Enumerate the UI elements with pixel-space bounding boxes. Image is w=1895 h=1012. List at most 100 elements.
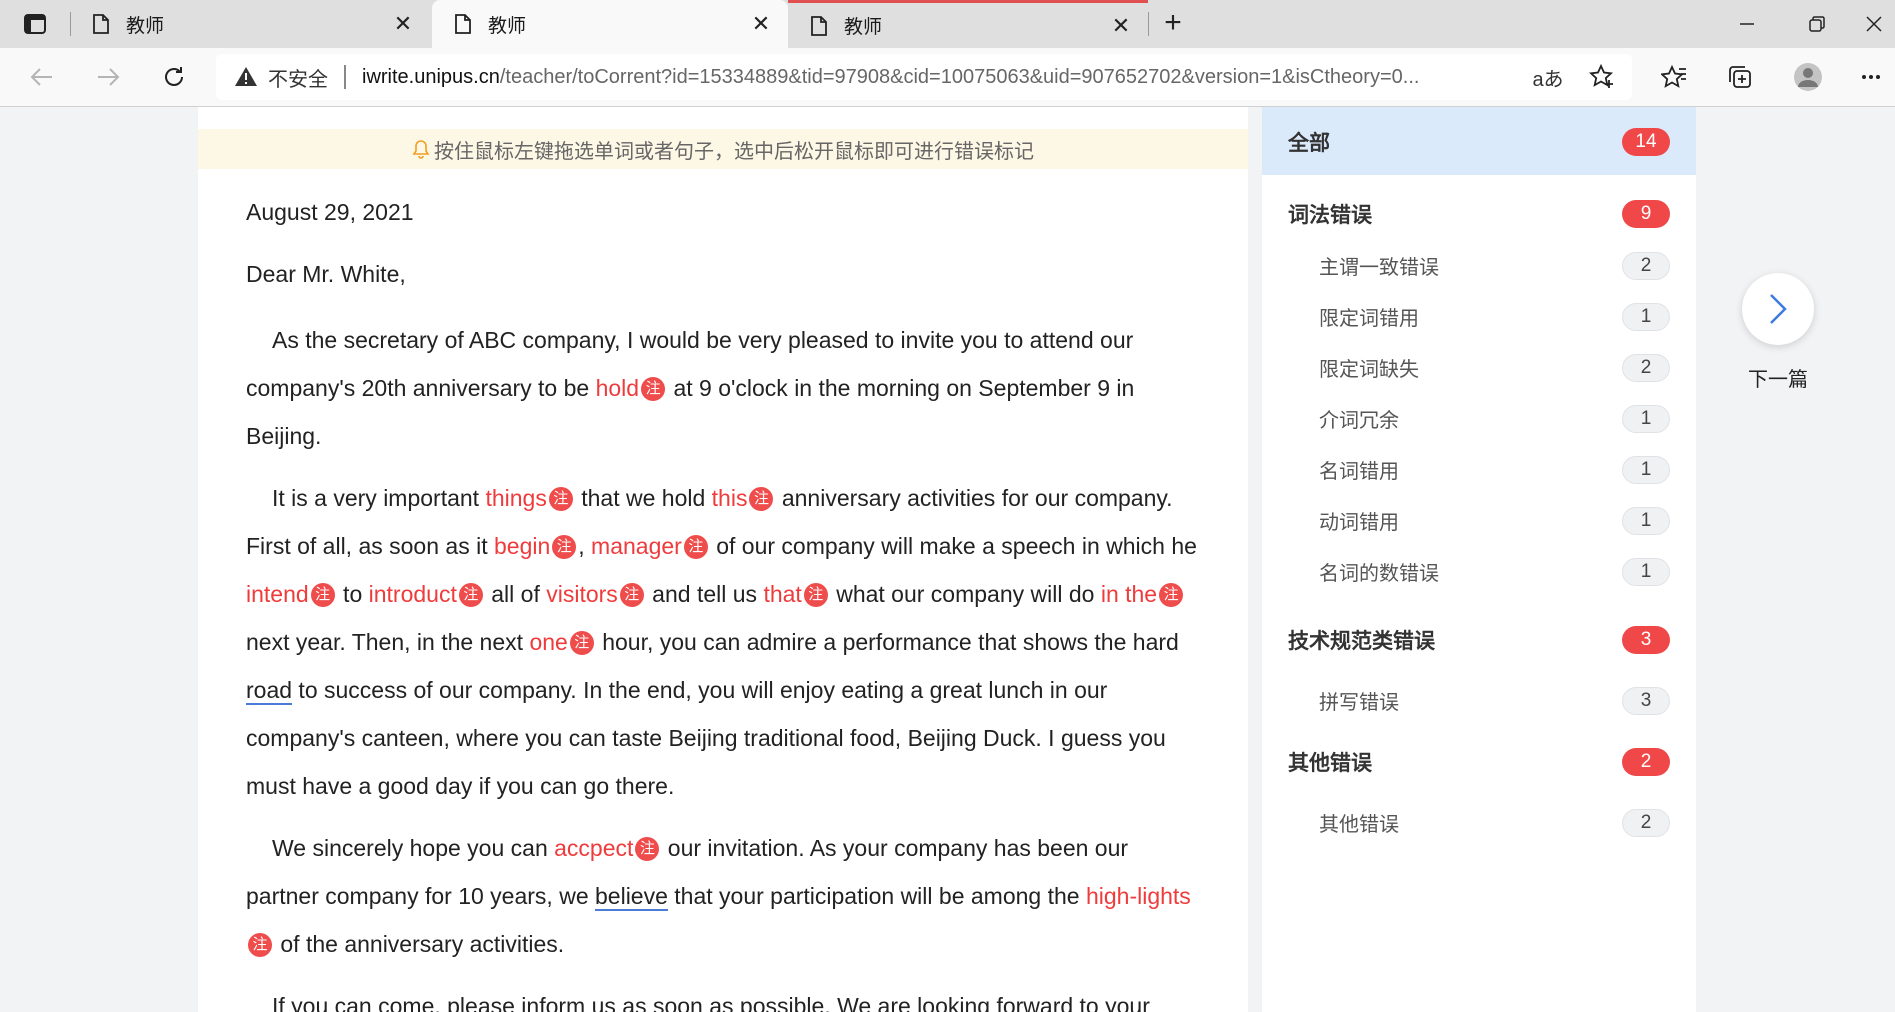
- category-technical[interactable]: 技术规范类错误 3: [1262, 619, 1696, 659]
- error-mark[interactable]: things: [485, 485, 546, 511]
- note-badge[interactable]: 注: [1159, 583, 1184, 607]
- error-mark[interactable]: accpect: [554, 835, 633, 861]
- category-label: 其他错误: [1288, 752, 1372, 775]
- browser-tab-1[interactable]: 教师 ✕: [70, 0, 430, 48]
- refresh-button[interactable]: [156, 59, 192, 95]
- count-badge: 9: [1622, 200, 1670, 228]
- subcategory-label: 动词错用: [1319, 512, 1399, 534]
- new-tab-plus-icon[interactable]: +: [1158, 8, 1188, 39]
- count-badge: 14: [1622, 128, 1670, 156]
- note-badge[interactable]: 注: [569, 631, 594, 655]
- favorites-icon[interactable]: [1656, 59, 1692, 95]
- error-mark[interactable]: intend: [246, 581, 309, 607]
- subcategory-item[interactable]: 拼写错误 3: [1262, 679, 1696, 719]
- subcategory-item[interactable]: 名词的数错误 1: [1262, 550, 1696, 590]
- security-status[interactable]: 不安全: [268, 63, 328, 92]
- note-badge[interactable]: 注: [548, 487, 573, 511]
- minimize-button[interactable]: [1712, 0, 1782, 48]
- note-badge[interactable]: 注: [803, 583, 828, 607]
- subcategory-label: 名词错用: [1319, 461, 1399, 483]
- page-content: 按住鼠标左键拖选单词或者句子，选中后松开鼠标即可进行错误标记 August 29…: [0, 107, 1895, 1012]
- error-mark[interactable]: this: [712, 485, 748, 511]
- category-label: 技术规范类错误: [1288, 630, 1435, 653]
- page-icon: [808, 15, 830, 37]
- subcategory-item[interactable]: 其他错误 2: [1262, 801, 1696, 841]
- category-label: 词法错误: [1288, 204, 1372, 227]
- next-essay-button[interactable]: [1742, 273, 1814, 345]
- count-badge: 3: [1622, 626, 1670, 654]
- subcategory-label: 其他错误: [1319, 814, 1399, 836]
- count-badge: 1: [1622, 303, 1670, 331]
- collections-icon[interactable]: [1722, 59, 1758, 95]
- browser-tab-3[interactable]: 教师 ✕: [788, 0, 1148, 48]
- close-window-button[interactable]: [1852, 0, 1895, 48]
- error-mark[interactable]: visitors: [546, 581, 618, 607]
- letter-date: August 29, 2021: [246, 199, 414, 225]
- address-divider: [344, 65, 346, 89]
- tab-title: 教师: [488, 15, 527, 37]
- close-tab-icon[interactable]: ✕: [746, 9, 776, 39]
- error-mark[interactable]: begin: [494, 533, 550, 559]
- marking-hint: 按住鼠标左键拖选单词或者句子，选中后松开鼠标即可进行错误标记: [198, 129, 1248, 169]
- error-mark[interactable]: manager: [591, 533, 682, 559]
- subcategory-label: 限定词缺失: [1319, 359, 1419, 381]
- close-tab-icon[interactable]: ✕: [388, 9, 418, 39]
- category-all-row[interactable]: 全部 14: [1262, 121, 1696, 161]
- tab-actions-button[interactable]: [0, 0, 70, 48]
- bell-icon: [412, 140, 430, 159]
- paragraph-2: It is a very important things 注 that we h…: [246, 485, 1197, 799]
- subcategory-item[interactable]: 主谓一致错误 2: [1262, 244, 1696, 284]
- note-badge[interactable]: 注: [310, 583, 335, 607]
- subcategory-item[interactable]: 限定词错用 1: [1262, 295, 1696, 335]
- hint-text: 按住鼠标左键拖选单词或者句子，选中后松开鼠标即可进行错误标记: [434, 140, 1034, 163]
- essay-panel: 按住鼠标左键拖选单词或者句子，选中后松开鼠标即可进行错误标记 August 29…: [198, 107, 1248, 1012]
- profile-avatar[interactable]: [1790, 59, 1826, 95]
- subcategory-item[interactable]: 动词错用 1: [1262, 499, 1696, 539]
- subcategory-item[interactable]: 名词错用 1: [1262, 448, 1696, 488]
- add-favorite-icon[interactable]: [1584, 59, 1620, 95]
- restore-icon: [1809, 16, 1825, 32]
- subcategory-item[interactable]: 限定词缺失 2: [1262, 346, 1696, 386]
- read-aloud-icon[interactable]: aあ: [1530, 59, 1566, 95]
- note-badge[interactable]: 注: [458, 583, 483, 607]
- note-badge[interactable]: 注: [641, 377, 666, 401]
- count-badge: 3: [1622, 687, 1670, 715]
- underlined-word[interactable]: believe: [595, 883, 668, 911]
- note-badge[interactable]: 注: [619, 583, 644, 607]
- underlined-word[interactable]: road: [246, 677, 293, 705]
- back-button[interactable]: [24, 59, 60, 95]
- warning-icon[interactable]: [234, 65, 258, 89]
- error-mark[interactable]: one: [529, 629, 567, 655]
- note-badge[interactable]: 注: [248, 933, 272, 957]
- error-mark[interactable]: introduct: [369, 581, 457, 607]
- count-badge: 1: [1622, 405, 1670, 433]
- paragraph-1: As the secretary of ABC company, I would…: [246, 327, 1135, 449]
- close-tab-icon[interactable]: ✕: [1106, 11, 1136, 41]
- next-essay-label[interactable]: 下一篇: [1742, 363, 1814, 392]
- restore-button[interactable]: [1782, 0, 1852, 48]
- subcategory-label: 拼写错误: [1319, 692, 1399, 714]
- note-badge[interactable]: 注: [683, 535, 708, 559]
- browser-toolbar: 不安全 iwrite.unipus.cn/teacher/toCorrent?i…: [0, 48, 1895, 107]
- url-path: /teacher/toCorrent?id=15334889&tid=97908…: [499, 65, 1420, 88]
- more-menu-icon[interactable]: [1856, 59, 1886, 95]
- url-host: iwrite.unipus.cn: [362, 65, 500, 88]
- category-other[interactable]: 其他错误 2: [1262, 741, 1696, 781]
- note-badge[interactable]: 注: [749, 487, 774, 511]
- note-badge[interactable]: 注: [635, 837, 660, 861]
- note-badge[interactable]: 注: [552, 535, 577, 559]
- error-mark[interactable]: hold: [596, 375, 639, 401]
- address-bar[interactable]: 不安全 iwrite.unipus.cn/teacher/toCorrent?i…: [216, 54, 1632, 100]
- forward-button[interactable]: [90, 59, 126, 95]
- error-mark[interactable]: high-lights: [1086, 883, 1191, 909]
- error-mark[interactable]: that: [763, 581, 801, 607]
- subcategory-item[interactable]: 介词冗余 1: [1262, 397, 1696, 437]
- error-mark[interactable]: in the: [1101, 581, 1157, 607]
- browser-tab-2[interactable]: 教师 ✕: [432, 0, 788, 48]
- essay-text[interactable]: August 29, 2021 Dear Mr. White, As the s…: [246, 192, 1206, 1012]
- tab-separator: [1148, 12, 1149, 36]
- category-lexical[interactable]: 词法错误 9: [1262, 193, 1696, 233]
- url-text[interactable]: iwrite.unipus.cn/teacher/toCorrent?id=15…: [362, 66, 1512, 89]
- chevron-right-icon: [1770, 294, 1787, 324]
- forward-arrow-icon: [98, 68, 120, 86]
